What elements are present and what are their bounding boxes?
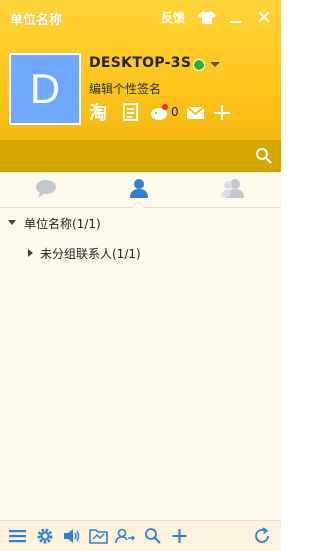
refresh-icon[interactable] <box>253 527 273 545</box>
groups-icon <box>221 179 244 198</box>
avatar-letter: D <box>29 65 61 112</box>
gear-icon[interactable] <box>36 527 56 545</box>
signature-edit[interactable]: 编辑个性签名 <box>89 80 161 97</box>
app-title: 单位名称 <box>10 13 63 28</box>
pet-count: 0 <box>171 105 179 119</box>
active-tab-indicator-fill <box>132 202 144 208</box>
file-folder-icon[interactable] <box>89 527 109 545</box>
status-dropdown-icon[interactable] <box>210 62 220 67</box>
contacts-icon <box>130 179 148 198</box>
online-status-icon[interactable] <box>193 59 205 71</box>
main-menu-icon[interactable] <box>8 527 28 545</box>
transfer-contacts-icon[interactable] <box>115 527 135 545</box>
tree-group-row[interactable]: 单位名称(1/1) <box>24 215 101 232</box>
find-search-icon[interactable] <box>143 527 163 545</box>
tab-groups[interactable] <box>188 172 281 207</box>
svg-text:淘: 淘 <box>89 102 107 122</box>
profile-header: 单位名称 反馈 D DESKTOP-3S 编辑个性签名 淘 0 <box>0 0 281 140</box>
add-icon[interactable] <box>170 527 190 545</box>
im-main-window: 单位名称 反馈 D DESKTOP-3S 编辑个性签名 淘 0 单位名称(1/1… <box>0 0 281 551</box>
skin-shirt-icon[interactable] <box>196 7 218 27</box>
tab-recent-chats[interactable] <box>0 172 93 207</box>
taobao-icon[interactable]: 淘 <box>89 102 111 122</box>
nickname: DESKTOP-3S <box>89 55 192 71</box>
mail-icon[interactable] <box>186 102 206 122</box>
tree-subgroup-row[interactable]: 未分组联系人(1/1) <box>40 245 141 262</box>
minimize-icon[interactable] <box>225 7 247 27</box>
search-bar[interactable] <box>0 140 281 172</box>
titlebar[interactable]: 单位名称 反馈 <box>0 0 281 34</box>
chat-bubble-icon <box>36 180 56 198</box>
speaker-icon[interactable] <box>62 527 82 545</box>
feedback-link[interactable]: 反馈 <box>161 9 185 26</box>
search-icon[interactable] <box>255 147 273 165</box>
collapse-arrow-icon[interactable] <box>8 220 16 225</box>
add-app-icon[interactable] <box>213 102 231 122</box>
pet-icon[interactable] <box>149 102 171 122</box>
close-icon[interactable] <box>253 7 275 27</box>
notes-icon[interactable] <box>122 102 140 122</box>
expand-arrow-icon[interactable] <box>28 249 33 257</box>
avatar[interactable]: D <box>9 53 81 125</box>
